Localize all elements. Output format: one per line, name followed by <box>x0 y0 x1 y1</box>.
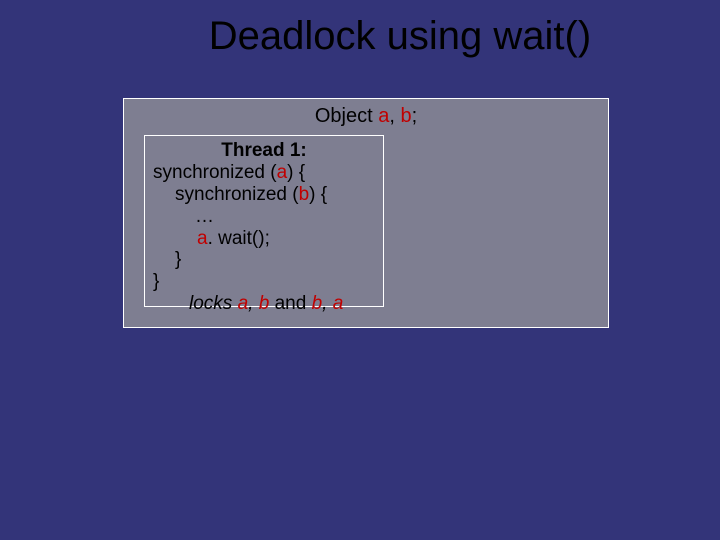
sync-b-pre: synchronized ( <box>175 184 299 205</box>
code-line-4: a. wait(); <box>145 228 383 250</box>
object-var-b: b <box>400 105 411 127</box>
locks-line: locks a, b and b, a <box>145 293 383 315</box>
slide-title: Deadlock using wait() <box>0 0 720 59</box>
object-prefix: Object <box>315 105 378 127</box>
wait-call: . wait(); <box>208 228 270 249</box>
code-line-6: } <box>145 271 383 293</box>
sync-a-var: a <box>277 162 288 183</box>
locks-comma1: , <box>248 293 259 314</box>
locks-a1: a <box>238 293 249 314</box>
locks-a2: a <box>333 293 344 314</box>
sync-b-post: ) { <box>309 184 327 205</box>
locks-comma2: , <box>322 293 333 314</box>
sync-b-var: b <box>299 184 310 205</box>
code-line-5: } <box>145 249 383 271</box>
object-comma: , <box>389 105 400 127</box>
locks-prefix: locks <box>189 293 238 314</box>
code-line-1: synchronized (a) { <box>145 162 383 184</box>
code-outer-box: Object a, b; Thread 1: synchronized (a) … <box>123 98 609 328</box>
code-line-3: … <box>145 206 383 228</box>
object-declaration: Object a, b; <box>124 99 608 128</box>
object-semicolon: ; <box>412 105 418 127</box>
locks-b2: b <box>312 293 323 314</box>
thread1-box: Thread 1: synchronized (a) { synchronize… <box>144 135 384 307</box>
locks-and: and <box>269 293 311 314</box>
sync-a-pre: synchronized ( <box>153 162 277 183</box>
sync-a-post: ) { <box>287 162 305 183</box>
object-var-a: a <box>378 105 389 127</box>
thread1-title: Thread 1: <box>145 140 383 162</box>
code-line-2: synchronized (b) { <box>145 184 383 206</box>
wait-a-var: a <box>197 228 208 249</box>
locks-b1: b <box>259 293 270 314</box>
